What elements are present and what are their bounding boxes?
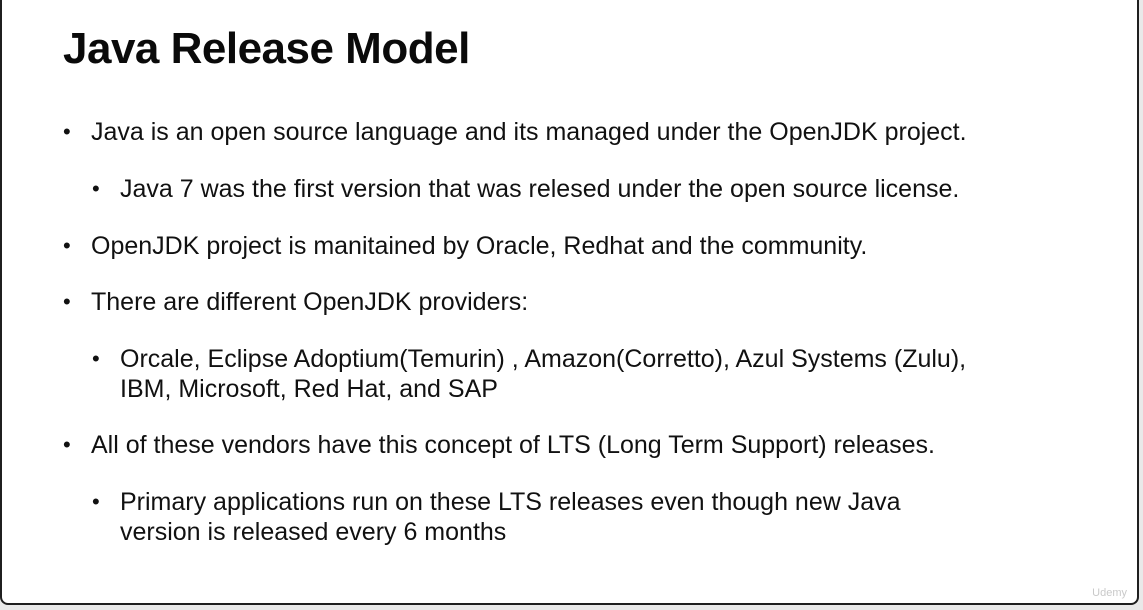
bullet-text: There are different OpenJDK providers: (91, 288, 529, 316)
bullet-text-line: IBM, Microsoft, Red Hat, and SAP (120, 375, 498, 403)
bullet-dot-icon: • (63, 432, 71, 457)
bullet-text: Java is an open source language and its … (91, 118, 967, 146)
bullet-item: • OpenJDK project is manitained by Oracl… (63, 231, 867, 261)
bullet-text: OpenJDK project is manitained by Oracle,… (91, 232, 868, 260)
bullet-text-line: Orcale, Eclipse Adoptium(Temurin) , Amaz… (120, 345, 967, 373)
bullet-item: • All of these vendors have this concept… (63, 430, 935, 460)
bullet-text: Java 7 was the first version that was re… (120, 175, 960, 203)
bullet-dot-icon: • (92, 489, 100, 514)
bullet-dot-icon: • (63, 233, 71, 258)
bullet-dot-icon: • (63, 289, 71, 314)
udemy-watermark: Udemy (1092, 587, 1127, 599)
slide: Java Release Model • Java is an open sou… (0, 0, 1139, 605)
bullet-dot-icon: • (92, 346, 100, 371)
bullet-item: • There are different OpenJDK providers: (63, 287, 528, 317)
bullet-text-line: version is released every 6 months (120, 518, 507, 546)
sub-bullet-item: • Primary applications run on these LTS … (92, 487, 901, 547)
bullet-list: • Java is an open source language and it… (2, 0, 1137, 603)
bullet-text-line: Primary applications run on these LTS re… (120, 488, 901, 516)
bullet-dot-icon: • (63, 119, 71, 144)
sub-bullet-item: • Orcale, Eclipse Adoptium(Temurin) , Am… (92, 344, 966, 404)
sub-bullet-item: • Java 7 was the first version that was … (92, 174, 959, 204)
bullet-dot-icon: • (92, 176, 100, 201)
bullet-text: All of these vendors have this concept o… (91, 431, 935, 459)
bullet-item: • Java is an open source language and it… (63, 117, 967, 147)
